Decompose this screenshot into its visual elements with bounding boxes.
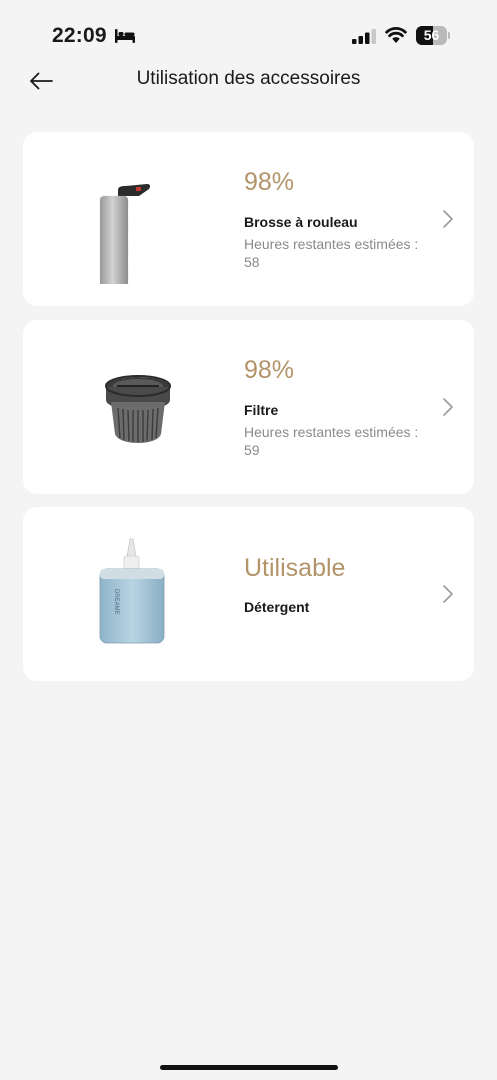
remaining-label: Heures restantes estimées : <box>244 424 419 440</box>
battery-cap <box>448 32 450 39</box>
battery-indicator: 56 <box>416 26 450 45</box>
accessory-status: 98% <box>244 356 295 384</box>
status-time: 22:09 <box>52 24 107 47</box>
accessory-name: Brosse à rouleau <box>244 214 358 230</box>
sleep-focus-icon <box>115 29 135 43</box>
chevron-right-icon <box>443 398 453 416</box>
roller-brush-image <box>99 184 151 284</box>
accessory-card-filter[interactable]: 98% Filtre Heures restantes estimées : 5… <box>23 320 474 494</box>
remaining-value: 59 <box>244 442 260 458</box>
chevron-right-icon <box>443 585 453 603</box>
page-title: Utilisation des accessoires <box>136 68 361 89</box>
remaining-label: Heures restantes estimées : <box>244 236 419 252</box>
battery-body: 56 <box>416 26 447 45</box>
chevron-right-icon <box>443 210 453 228</box>
detergent-bottle-image: DREAME <box>99 538 165 644</box>
accessory-name: Détergent <box>244 599 310 615</box>
accessory-remaining: Heures restantes estimées : 58 <box>244 235 444 271</box>
svg-text:DREAME: DREAME <box>113 589 119 615</box>
accessory-card-detergent[interactable]: DREAME Utilisable Détergent <box>23 507 474 681</box>
filter-image <box>105 375 171 443</box>
battery-percent: 56 <box>423 27 440 43</box>
accessory-name: Filtre <box>244 402 279 418</box>
accessory-remaining: Heures restantes estimées : 59 <box>244 423 444 459</box>
remaining-value: 58 <box>244 254 260 270</box>
wifi-icon <box>385 27 407 43</box>
accessory-status: Utilisable <box>244 554 346 582</box>
accessory-status: 98% <box>244 168 295 196</box>
accessory-card-roller-brush[interactable]: 98% Brosse à rouleau Heures restantes es… <box>23 132 474 306</box>
home-indicator[interactable] <box>160 1065 338 1070</box>
status-bar: 22:09 56 <box>0 0 497 60</box>
cellular-signal-icon <box>352 29 376 44</box>
